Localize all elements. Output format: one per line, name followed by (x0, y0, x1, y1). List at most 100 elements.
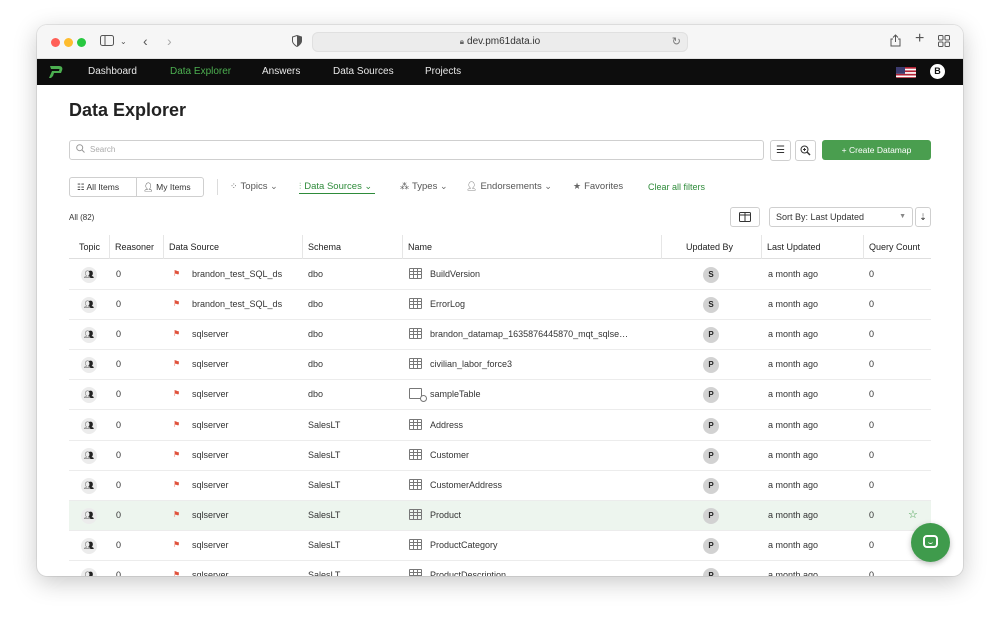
topic-icon[interactable]: 👥︎ (81, 327, 97, 343)
table-row[interactable]: 👥︎ 0 ⚑ sqlserver dbo civilian_labor_force3 Pa … (69, 350, 931, 380)
table-row[interactable]: 👥︎ 0 ⚑ sqlserver SalesLT Customer Pa month ago… (69, 441, 931, 471)
updated-by-avatar[interactable]: P (703, 478, 719, 494)
nav-projects[interactable]: Projects (425, 66, 461, 77)
data-source-cell[interactable]: sqlserver (192, 540, 229, 550)
chevron-down-icon[interactable]: ⌄ (120, 35, 127, 49)
table-row[interactable]: 👥︎ 0 ⚑ sqlserver SalesLT Product Pa month ago 0… (69, 501, 931, 531)
topic-icon[interactable]: 👥︎ (81, 418, 97, 434)
name-cell[interactable]: ProductCategory (430, 540, 498, 550)
updated-by-avatar[interactable]: P (703, 538, 719, 554)
updated-by-avatar[interactable]: S (703, 297, 719, 313)
user-avatar[interactable]: B (930, 64, 945, 79)
data-source-cell[interactable]: sqlserver (192, 510, 229, 520)
updated-by-avatar[interactable]: P (703, 448, 719, 464)
list-options-button[interactable]: ☰ (770, 140, 791, 161)
address-bar[interactable]: 🔒︎ dev.pm61data.io ↻ (312, 32, 688, 52)
topic-icon[interactable]: 👥︎ (81, 297, 97, 313)
table-row[interactable]: 👥︎ 0 ⚑ sqlserver SalesLT ProductCategory Pa mo… (69, 531, 931, 561)
filter-favorites[interactable]: ★ Favorites (573, 181, 623, 192)
data-source-cell[interactable]: sqlserver (192, 359, 229, 369)
close-window-button[interactable] (51, 38, 60, 47)
col-topic[interactable]: Topic (79, 242, 100, 252)
my-items-button[interactable]: 👤︎ My Items (137, 178, 203, 196)
col-query-count[interactable]: Query Count (869, 242, 920, 252)
topic-icon[interactable]: 👥︎ (81, 538, 97, 554)
updated-by-avatar[interactable]: P (703, 327, 719, 343)
updated-by-avatar[interactable]: P (703, 418, 719, 434)
column-layout-button[interactable] (730, 207, 760, 227)
table-row[interactable]: 👥︎ 0 ⚑ sqlserver SalesLT Address Pa month ago 0 (69, 411, 931, 441)
favorite-star-icon[interactable]: ☆ (908, 508, 918, 521)
name-cell[interactable]: BuildVersion (430, 269, 480, 279)
table-row[interactable]: 👥︎ 0 ⚑ sqlserver dbo sampleTable Pa month ago 0 (69, 380, 931, 410)
col-data-source[interactable]: Data Source (169, 242, 219, 252)
name-cell[interactable]: CustomerAddress (430, 480, 502, 490)
sidebar-toggle-icon[interactable] (100, 35, 114, 49)
sort-direction-button[interactable]: ⇣ (915, 207, 931, 227)
updated-by-avatar[interactable]: S (703, 267, 719, 283)
shield-icon[interactable] (292, 34, 302, 50)
table-row[interactable]: 👥︎ 0 ⚑ brandon_test_SQL_ds dbo ErrorLog Sa mon… (69, 290, 931, 320)
name-cell[interactable]: sampleTable (430, 389, 481, 399)
sort-select[interactable]: Sort By: Last Updated ▼ (769, 207, 913, 227)
col-schema[interactable]: Schema (308, 242, 341, 252)
minimize-window-button[interactable] (64, 38, 73, 47)
updated-by-avatar[interactable]: P (703, 387, 719, 403)
topic-icon[interactable]: 👥︎ (81, 568, 97, 576)
col-last-updated[interactable]: Last Updated (767, 242, 821, 252)
table-row[interactable]: 👥︎ 0 ⚑ sqlserver SalesLT ProductDescription Pa… (69, 561, 931, 576)
nav-data-explorer[interactable]: Data Explorer (170, 66, 231, 77)
data-source-cell[interactable]: sqlserver (192, 480, 229, 490)
topic-icon[interactable]: 👥︎ (81, 357, 97, 373)
nav-data-sources[interactable]: Data Sources (333, 66, 394, 77)
table-row[interactable]: 👥︎ 0 ⚑ brandon_test_SQL_ds dbo BuildVersion Sa… (69, 260, 931, 290)
updated-by-avatar[interactable]: P (703, 568, 719, 576)
col-name[interactable]: Name (408, 242, 432, 252)
data-source-cell[interactable]: brandon_test_SQL_ds (192, 299, 282, 309)
data-source-cell[interactable]: sqlserver (192, 420, 229, 430)
updated-by-avatar[interactable]: P (703, 508, 719, 524)
name-cell[interactable]: ProductDescription (430, 570, 506, 576)
name-cell[interactable]: Customer (430, 450, 469, 460)
topic-icon[interactable]: 👥︎ (81, 267, 97, 283)
back-icon[interactable]: ‹ (143, 34, 148, 48)
data-source-cell[interactable]: brandon_test_SQL_ds (192, 269, 282, 279)
filter-endorsements[interactable]: 👤︎ Endorsements ⌄ (466, 181, 555, 192)
name-cell[interactable]: Address (430, 420, 463, 430)
name-cell[interactable]: brandon_datamap_1635876445870_mqt_sqlse… (430, 329, 628, 339)
zoom-window-button[interactable] (77, 38, 86, 47)
share-icon[interactable] (890, 34, 901, 50)
filter-data-sources[interactable]: ⫶ Data Sources ⌄ (299, 181, 376, 194)
col-reasoner[interactable]: Reasoner (115, 242, 154, 252)
name-cell[interactable]: civilian_labor_force3 (430, 359, 512, 369)
topic-icon[interactable]: 👥︎ (81, 478, 97, 494)
search-input[interactable]: Search (69, 140, 764, 160)
col-updated-by[interactable]: Updated By (686, 242, 733, 252)
us-flag-icon[interactable] (896, 66, 916, 78)
name-cell[interactable]: ErrorLog (430, 299, 465, 309)
clear-all-filters-link[interactable]: Clear all filters (648, 182, 705, 192)
logo-icon[interactable] (48, 65, 64, 79)
data-source-cell[interactable]: sqlserver (192, 329, 229, 339)
data-source-cell[interactable]: sqlserver (192, 450, 229, 460)
data-source-cell[interactable]: sqlserver (192, 389, 229, 399)
data-source-cell[interactable]: sqlserver (192, 570, 229, 576)
updated-by-avatar[interactable]: P (703, 357, 719, 373)
table-row[interactable]: 👥︎ 0 ⚑ sqlserver SalesLT CustomerAddress Pa mo… (69, 471, 931, 501)
create-datamap-button[interactable]: + Create Datamap (822, 140, 931, 160)
nav-answers[interactable]: Answers (262, 66, 300, 77)
topic-icon[interactable]: 👥︎ (81, 448, 97, 464)
chat-launcher-button[interactable] (911, 523, 950, 562)
tab-overview-icon[interactable] (938, 35, 950, 50)
all-items-button[interactable]: ☷ All Items (70, 178, 137, 196)
reload-icon[interactable]: ↻ (672, 35, 681, 48)
forward-icon[interactable]: › (167, 34, 172, 48)
name-cell[interactable]: Product (430, 510, 461, 520)
topic-icon[interactable]: 👥︎ (81, 508, 97, 524)
filter-topics[interactable]: ⁘ Topics ⌄ (230, 181, 281, 192)
table-row[interactable]: 👥︎ 0 ⚑ sqlserver dbo brandon_datamap_16358764… (69, 320, 931, 350)
zoom-search-button[interactable] (795, 140, 816, 161)
filter-types[interactable]: ⁂ Types ⌄ (400, 181, 451, 192)
nav-dashboard[interactable]: Dashboard (88, 66, 137, 77)
new-tab-icon[interactable]: + (915, 31, 924, 47)
